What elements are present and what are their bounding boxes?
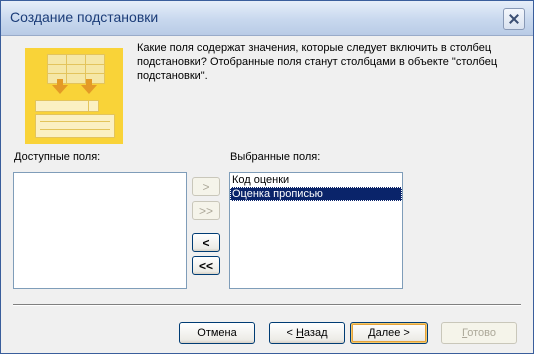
finish-button[interactable]: Готово	[441, 322, 517, 344]
wizard-illustration-icon	[25, 48, 123, 144]
arrow-down-icon	[81, 85, 97, 94]
chevron-down-icon	[88, 100, 99, 112]
dropdown-list-icon	[35, 114, 115, 138]
back-button[interactable]: < Назад	[269, 322, 345, 344]
arrow-down-icon	[52, 85, 68, 94]
wizard-description: Какие поля содержат значения, которые сл…	[137, 42, 498, 82]
cancel-button[interactable]: Отмена	[179, 322, 255, 344]
add-all-fields-button[interactable]: >>	[192, 201, 220, 220]
add-field-button[interactable]: >	[192, 177, 220, 196]
close-icon[interactable]	[503, 8, 525, 30]
window-title: Создание подстановки	[10, 9, 159, 25]
combo-box-icon	[35, 100, 89, 112]
available-fields-list[interactable]	[13, 172, 187, 289]
title-bar[interactable]: Создание подстановки	[1, 1, 533, 36]
lookup-wizard-window: Создание подстановки Какие поля содержат…	[0, 0, 534, 354]
remove-all-fields-button[interactable]: <<	[192, 256, 220, 275]
list-item[interactable]: Код оценки	[230, 173, 402, 187]
list-item[interactable]: Оценка прописью	[230, 187, 402, 201]
available-fields-label: Доступные поля:	[14, 151, 101, 163]
next-button[interactable]: Далее >	[350, 322, 428, 344]
footer-divider	[13, 304, 521, 306]
table-grid-icon	[47, 54, 105, 84]
selected-fields-list[interactable]: Код оценки Оценка прописью	[229, 172, 403, 289]
wizard-body: Какие поля содержат значения, которые сл…	[1, 36, 533, 353]
selected-fields-label: Выбранные поля:	[230, 151, 321, 163]
remove-field-button[interactable]: <	[192, 233, 220, 252]
